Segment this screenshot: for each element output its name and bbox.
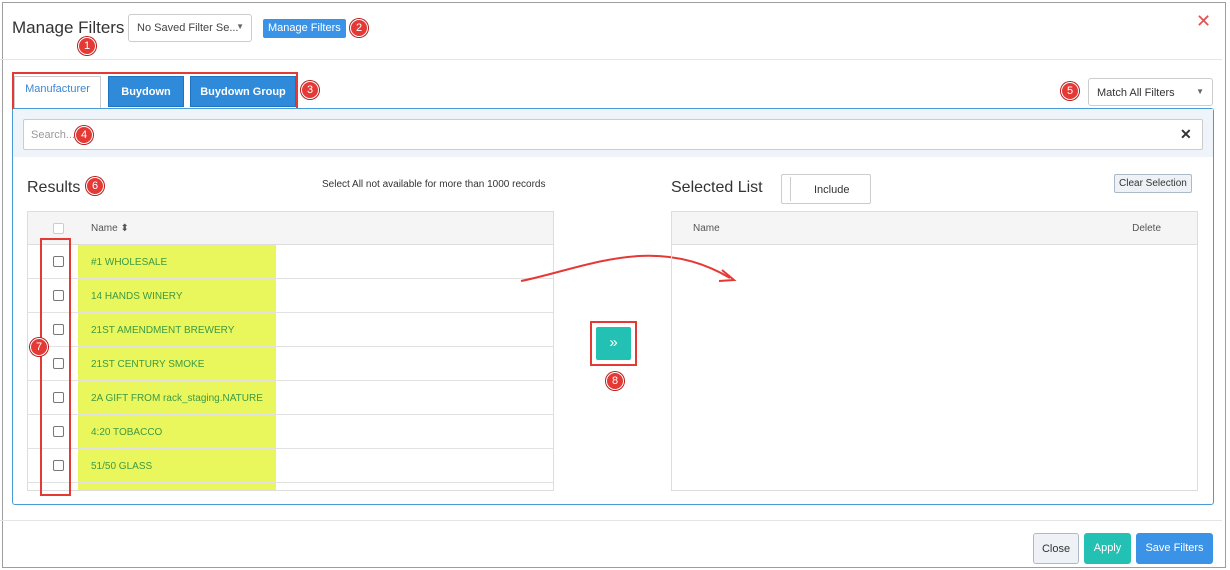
clear-selection-button[interactable]: Clear Selection: [1114, 174, 1192, 193]
selected-table: Name Delete: [671, 211, 1198, 491]
row-name[interactable]: 51/50 GLASS: [91, 461, 152, 472]
table-row: #1 WHOLESALE: [28, 245, 553, 279]
selected-delete-header: Delete: [1132, 223, 1161, 234]
include-label: Include: [814, 184, 850, 196]
annotation-marker-8: 8: [606, 372, 624, 390]
row-name[interactable]: 4:20 TOBACCO: [91, 427, 162, 438]
search-input[interactable]: Search...: [23, 119, 1203, 150]
table-row: [28, 483, 553, 490]
selected-list-heading: Selected List: [671, 179, 763, 196]
include-toggle[interactable]: Include: [781, 174, 871, 204]
results-heading: Results: [27, 179, 81, 196]
table-row: 14 HANDS WINERY: [28, 279, 553, 313]
annotation-marker-1: 1: [78, 37, 96, 55]
annotation-marker-3: 3: [301, 81, 319, 99]
select-all-checkbox[interactable]: [53, 223, 64, 234]
match-filters-value: Match All Filters: [1097, 87, 1175, 99]
selected-table-header: Name Delete: [672, 212, 1197, 245]
row-name[interactable]: 2A GIFT FROM rack_staging.NATURE: [91, 393, 263, 404]
match-filters-select[interactable]: Match All Filters ▼: [1088, 78, 1213, 106]
sort-icon[interactable]: ⬍: [120, 223, 128, 234]
annotation-marker-7: 7: [30, 338, 48, 356]
close-button[interactable]: Close: [1033, 533, 1079, 564]
move-to-selected-button[interactable]: »: [596, 327, 631, 360]
row-name[interactable]: 21ST CENTURY SMOKE: [91, 359, 204, 370]
annotation-marker-2: 2: [350, 19, 368, 37]
row-name[interactable]: #1 WHOLESALE: [91, 257, 167, 268]
annotation-marker-5: 5: [1061, 82, 1079, 100]
table-row: 4:20 TOBACCO: [28, 415, 553, 449]
saved-filter-select[interactable]: No Saved Filter Se... ▼: [128, 14, 252, 42]
clear-search-icon[interactable]: ✕: [1180, 126, 1192, 143]
footer-divider: [0, 520, 1222, 521]
manage-filters-button[interactable]: Manage Filters: [263, 19, 346, 38]
toggle-handle: [790, 177, 791, 201]
name-column-header[interactable]: Name ⬍: [91, 223, 129, 234]
apply-button[interactable]: Apply: [1084, 533, 1131, 564]
close-icon[interactable]: ✕: [1196, 11, 1211, 32]
row-name[interactable]: 21ST AMENDMENT BREWERY: [91, 325, 234, 336]
results-table-header: Name ⬍: [28, 212, 553, 245]
header-divider: [0, 59, 1222, 60]
table-row: 21ST CENTURY SMOKE: [28, 347, 553, 381]
dialog-title: Manage Filters: [12, 18, 125, 37]
select-all-note: Select All not available for more than 1…: [322, 179, 546, 190]
save-filters-button[interactable]: Save Filters: [1136, 533, 1213, 564]
caret-down-icon: ▼: [1196, 87, 1204, 96]
annotation-marker-4: 4: [75, 126, 93, 144]
row-highlight: [78, 483, 276, 490]
table-row: 2A GIFT FROM rack_staging.NATURE: [28, 381, 553, 415]
annotation-box-tabs: [12, 72, 298, 110]
caret-down-icon: ▼: [236, 22, 244, 31]
annotation-box-checkboxes: [40, 238, 71, 496]
selected-name-header: Name: [693, 223, 720, 234]
results-table: Name ⬍ #1 WHOLESALE 14 HANDS WINERY 21ST…: [27, 211, 554, 491]
annotation-marker-6: 6: [86, 177, 104, 195]
saved-filter-value: No Saved Filter Se...: [137, 22, 239, 34]
table-row: 21ST AMENDMENT BREWERY: [28, 313, 553, 347]
table-row: 51/50 GLASS: [28, 449, 553, 483]
row-name[interactable]: 14 HANDS WINERY: [91, 291, 183, 302]
